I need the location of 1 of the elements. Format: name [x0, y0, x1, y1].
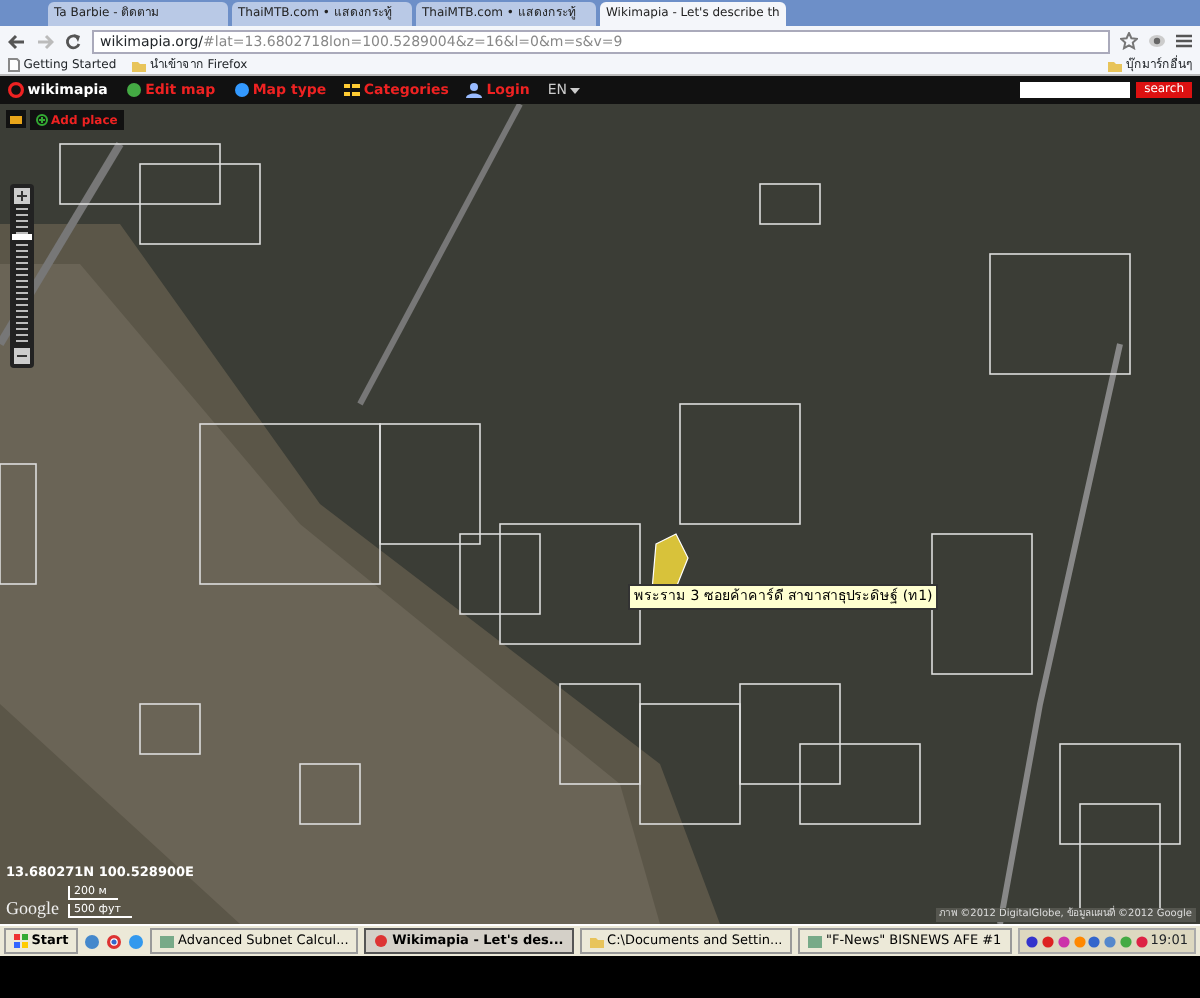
google-logo-text: Google [6, 896, 59, 922]
